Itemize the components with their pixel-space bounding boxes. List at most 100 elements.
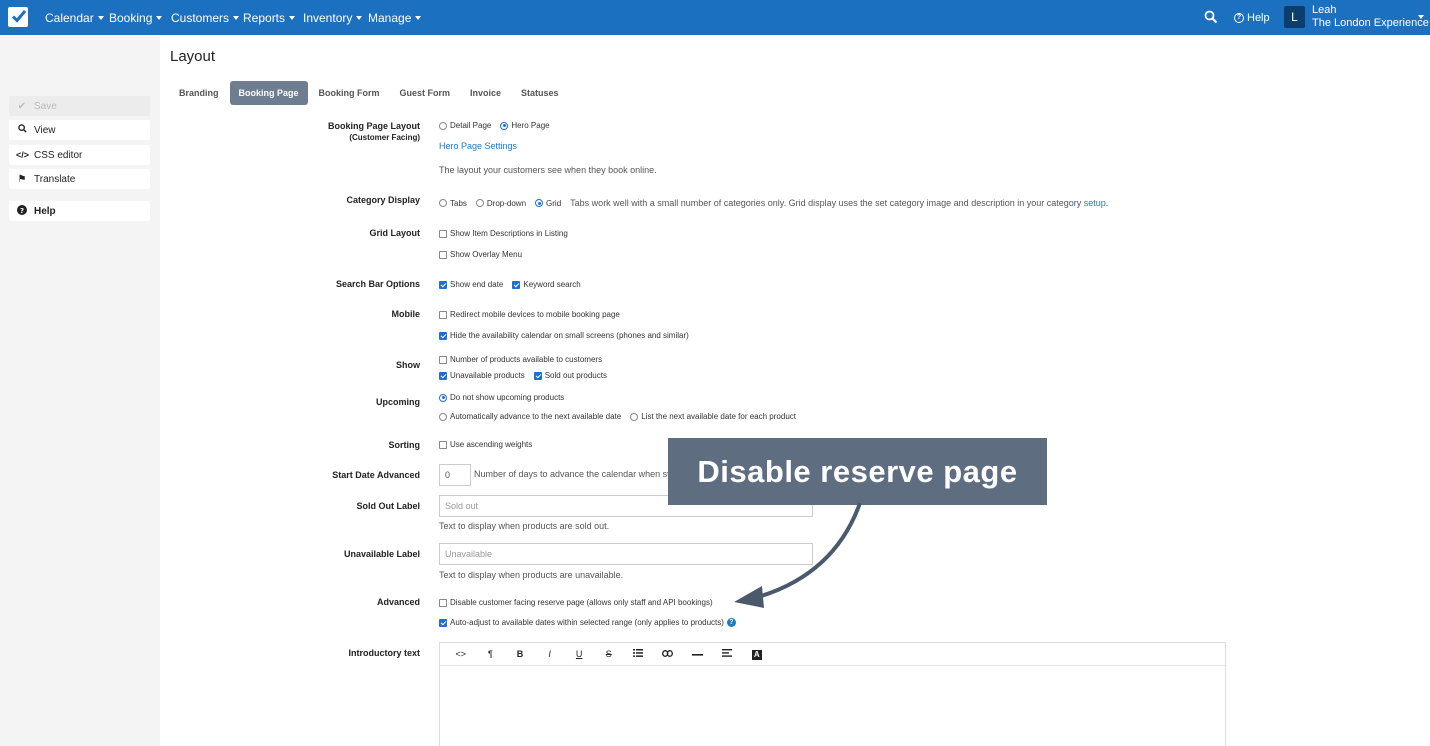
ascending-weights-label: Use ascending weights [450,440,533,449]
hero-page-settings-link[interactable]: Hero Page Settings [439,141,517,151]
auto-adjust-row: Auto-adjust to available dates within se… [439,618,736,627]
unavailable-label-label: Unavailable Label [343,549,420,559]
nav-manage[interactable]: Manage [368,0,422,35]
css-editor-button[interactable]: </> CSS editor [9,145,150,165]
grid-radio[interactable] [535,199,544,207]
category-setup-link[interactable]: setup [1084,198,1106,208]
tab-invoice[interactable]: Invoice [461,81,510,105]
disable-reserve-page-label: Disable customer facing reserve page (al… [450,598,713,607]
auto-adjust-checkbox[interactable] [439,618,447,627]
chevron-down-icon [233,15,240,20]
translate-button[interactable]: ⚑ Translate [9,169,150,189]
show-end-date-checkbox[interactable] [439,280,447,289]
chevron-down-icon[interactable] [1418,15,1424,19]
text-color-glyph: A [751,649,762,660]
tab-branding[interactable]: Branding [170,81,228,105]
user-name: Leah [1312,4,1337,16]
user-menu[interactable]: Leah The London Experience [1312,4,1429,30]
horizontal-rule-icon[interactable] [683,649,713,659]
paragraph-icon[interactable]: ¶ [476,649,506,659]
link-icon[interactable] [653,649,683,659]
booking-page-layout-help: The layout your customers see when they … [439,165,657,175]
underline-icon[interactable]: U [564,649,594,659]
tab-booking-page[interactable]: Booking Page [229,81,308,105]
nav-customers[interactable]: Customers [171,0,240,35]
align-icon[interactable] [712,649,742,659]
auto-advance-radio[interactable] [439,412,447,421]
start-date-advanced-input[interactable]: 0 [439,464,471,486]
chevron-down-icon [289,15,296,20]
category-display-options: Tabs Drop-down Grid Tabs work well with … [439,198,1108,208]
question-circle-icon: ? [1234,12,1244,23]
booking-page-layout-label: Booking Page Layout (Customer Facing) [328,121,420,142]
disable-reserve-page-checkbox[interactable] [439,598,447,607]
text-color-icon[interactable]: A [742,649,772,660]
help-link[interactable]: ? Help [1234,0,1270,35]
callout-arrow-icon [734,502,862,608]
introductory-text-editor[interactable]: <> ¶ B I U S A [439,642,1226,746]
app-logo-icon[interactable] [8,7,28,27]
unavailable-products-checkbox[interactable] [439,371,447,380]
sold-out-label-help: Text to display when products are sold o… [439,521,610,531]
redirect-mobile-label: Redirect mobile devices to mobile bookin… [450,310,620,319]
keyword-search-checkbox[interactable] [512,280,521,289]
sold-out-products-checkbox[interactable] [533,371,542,380]
avatar[interactable]: L [1284,6,1305,28]
category-display-note-text: Tabs work well with a small number of ca… [570,198,1082,208]
tab-booking-form[interactable]: Booking Form [310,81,389,105]
show-item-descriptions-row: Show Item Descriptions in Listing [439,229,568,238]
code-icon: </> [16,150,30,160]
grid-label: Grid [546,198,562,208]
question-circle-icon: ? [16,204,28,218]
svg-text:?: ? [20,207,24,215]
view-button[interactable]: View [9,120,150,140]
ascending-weights-checkbox[interactable] [439,440,447,449]
search-icon[interactable] [1204,10,1218,24]
disable-reserve-row: Disable customer facing reserve page (al… [439,598,713,607]
nav-inventory[interactable]: Inventory [303,0,363,35]
help-label: Help [34,205,56,217]
sorting-label: Sorting [388,440,421,450]
detail-page-label: Detail Page [450,121,492,130]
show-overlay-menu-row: Show Overlay Menu [439,250,522,259]
bold-icon[interactable]: B [505,649,535,659]
chevron-down-icon [156,15,163,20]
sold-out-label-label: Sold Out Label [356,501,420,511]
save-button[interactable]: ✔ Save [9,96,150,116]
list-next-radio[interactable] [630,412,639,421]
list-icon[interactable] [624,649,654,659]
hero-page-radio[interactable] [500,121,509,130]
code-view-icon[interactable]: <> [446,649,476,659]
redirect-mobile-checkbox[interactable] [439,310,447,319]
start-date-advanced-label: Start Date Advanced [332,470,420,480]
search-icon [16,124,28,136]
help-button[interactable]: ? Help [9,201,150,221]
tabs-radio[interactable] [439,199,447,207]
italic-icon[interactable]: I [535,649,565,659]
number-available-label: Number of products available to customer… [450,355,603,364]
page-title: Layout [170,48,216,65]
nav-calendar[interactable]: Calendar [45,0,104,35]
show-overlay-menu-checkbox[interactable] [439,250,447,259]
do-not-show-radio[interactable] [439,393,447,402]
check-icon: ✔ [17,100,27,112]
show-item-descriptions-checkbox[interactable] [439,229,447,238]
show-item-descriptions-label: Show Item Descriptions in Listing [450,229,568,238]
nav-reports[interactable]: Reports [243,0,296,35]
do-not-show-row: Do not show upcoming products [439,393,564,402]
number-available-checkbox[interactable] [439,355,447,364]
hide-calendar-checkbox[interactable] [439,331,447,340]
unavailable-products-label: Unavailable products [450,371,525,380]
auto-adjust-label: Auto-adjust to available dates within se… [450,618,724,627]
tab-statuses[interactable]: Statuses [512,81,568,105]
drop-down-radio[interactable] [475,199,484,207]
strikethrough-icon[interactable]: S [594,649,624,659]
unavailable-label-help: Text to display when products are unavai… [439,570,624,580]
detail-page-radio[interactable] [439,121,447,130]
redirect-mobile-row: Redirect mobile devices to mobile bookin… [439,310,620,319]
nav-booking[interactable]: Booking [109,0,163,35]
tab-guest-form[interactable]: Guest Form [391,81,460,105]
drop-down-label: Drop-down [486,198,527,208]
company-name: The London Experience [1312,17,1429,29]
question-circle-icon[interactable]: ? [726,618,736,627]
